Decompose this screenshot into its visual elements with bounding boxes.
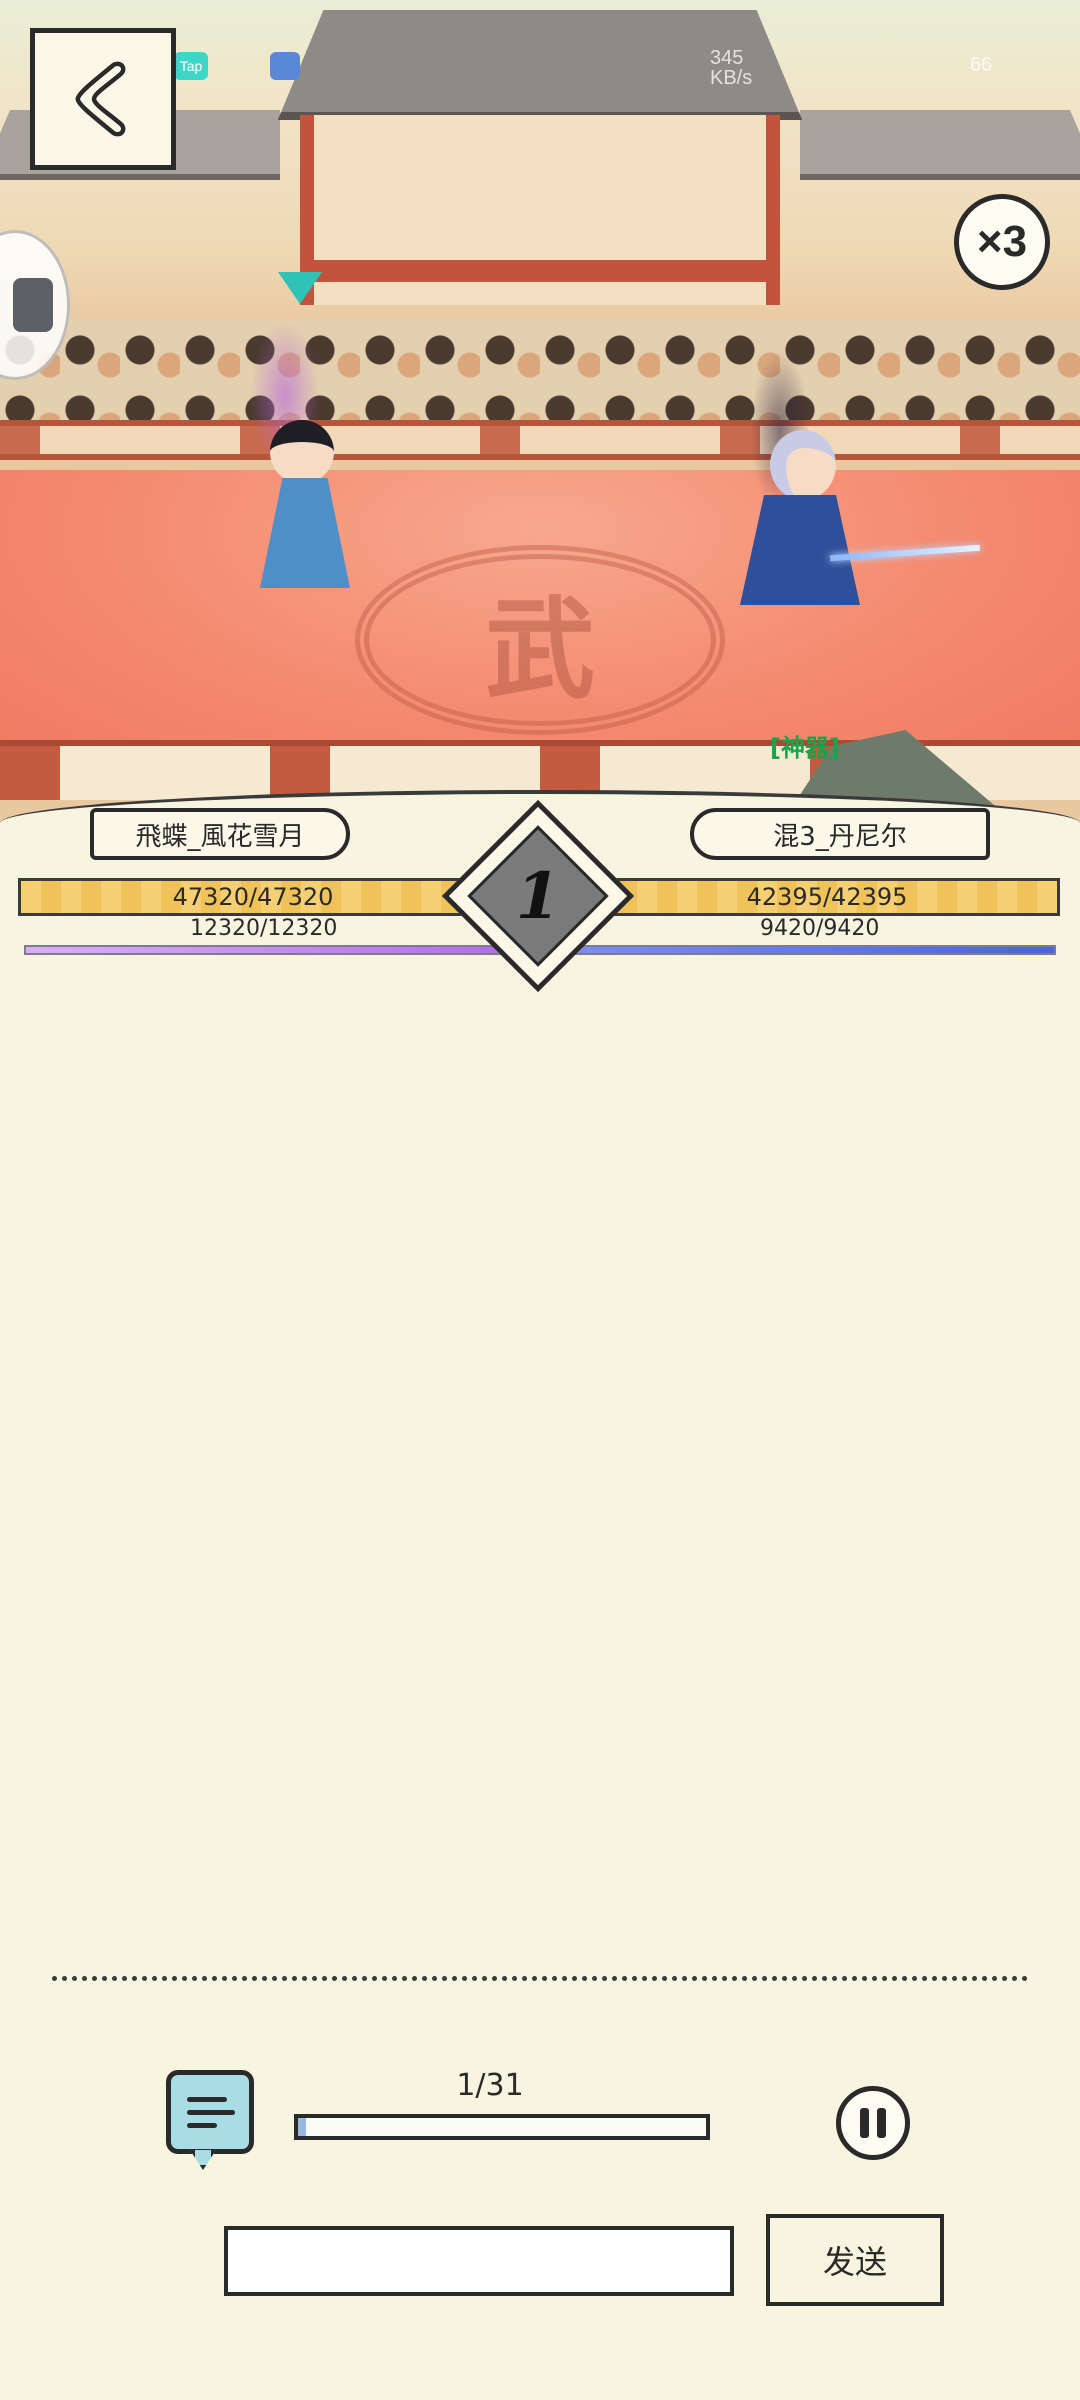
floating-ball-icon (13, 278, 53, 332)
player-left-hp-text: 47320/47320 (172, 883, 334, 911)
artifact-tag: [神器] (770, 734, 840, 762)
fighter-robe (260, 478, 350, 588)
floor-emblem-glyph: 武 (485, 585, 595, 714)
chat-line-icon (187, 2109, 235, 2115)
chat-bubble-tail-icon (190, 2150, 216, 2170)
chat-line-icon (187, 2122, 217, 2128)
player-right-name: 混3_丹尼尔 (690, 808, 990, 860)
log-divider (52, 1976, 1028, 1981)
sword-icon (829, 544, 981, 562)
player-right-mp-text: 9420/9420 (760, 916, 880, 941)
app-notification-icon (270, 52, 300, 80)
battle-progress-bar (294, 2114, 710, 2140)
player-right-hp-text: 42395/42395 (746, 883, 908, 911)
floor-emblem: 武 (355, 545, 725, 735)
battle-progress-label: 1/31 (456, 2068, 524, 2103)
chat-input[interactable] (224, 2226, 734, 2296)
send-button[interactable]: 发送 (766, 2214, 944, 2306)
side-roof-right (800, 110, 1080, 180)
player-left-mp-text: 12320/12320 (190, 916, 338, 941)
back-arrow-icon (75, 61, 126, 137)
player-right-fighter (690, 350, 990, 630)
back-button[interactable] (30, 28, 176, 170)
pause-bar-icon (877, 2108, 886, 2138)
fighter-head (270, 420, 334, 484)
pause-button[interactable] (836, 2086, 910, 2160)
player-right-hp-bar: 42395/42395 (594, 878, 1060, 916)
player-left-fighter (220, 320, 380, 620)
round-number: 1 (515, 858, 561, 934)
chat-log-button[interactable] (166, 2070, 254, 2154)
network-speed: 345 KB/s (710, 47, 753, 89)
chat-line-icon (187, 2096, 227, 2102)
system-status-bar: Tap 345 KB/s 66 (170, 40, 1070, 100)
player-left-hp-bar: 47320/47320 (18, 878, 488, 916)
battle-speed-button[interactable]: ×3 (954, 194, 1050, 290)
player-left-name: 飛蝶_風花雪月 (90, 808, 350, 860)
battery-level: 66 (970, 54, 993, 76)
fighter-head (770, 430, 836, 500)
fighter-robe (740, 495, 860, 605)
battle-progress-fill (298, 2118, 307, 2136)
player-right-mp-bar (550, 945, 1056, 955)
pause-bar-icon (860, 2108, 869, 2138)
player-left-mp-bar (24, 945, 530, 955)
hall-beam (300, 260, 780, 282)
tap-app-icon: Tap (174, 52, 208, 80)
